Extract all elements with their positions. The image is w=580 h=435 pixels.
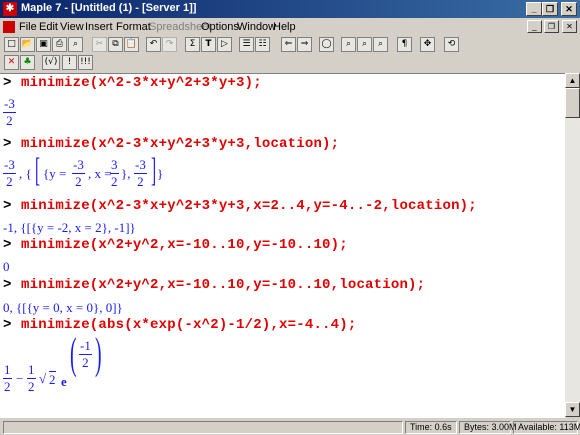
prompt: > (3, 277, 12, 293)
restart-icon[interactable]: ⟲ (444, 37, 459, 52)
mdi-close-button[interactable]: ✕ (562, 20, 577, 33)
restore-window-button[interactable]: ❐ (542, 2, 558, 16)
expression-icon[interactable]: ✥ (420, 37, 435, 52)
menu-bar: File Edit View Insert Format Spreadsheet… (0, 18, 580, 36)
paste-icon[interactable]: 📋 (124, 37, 139, 52)
menu-file[interactable]: File (19, 21, 37, 33)
stop-icon[interactable]: ◯ (319, 37, 334, 52)
execute-button[interactable]: ! (62, 55, 77, 70)
window-title: Maple 7 - [Untitled (1) - [Server 1]] (21, 2, 197, 14)
status-available: Available: 113M (513, 421, 580, 434)
close-context-icon[interactable]: ✕ (4, 55, 19, 70)
save-icon[interactable]: ▣ (36, 37, 51, 52)
output-4: 0 (3, 259, 10, 274)
expand-section-icon[interactable]: ☷ (255, 37, 270, 52)
print-icon[interactable]: ⎙ (52, 37, 67, 52)
undo-icon[interactable]: ↶ (146, 37, 161, 52)
status-time: Time: 0.6s (405, 421, 457, 434)
prompt: > (3, 136, 12, 152)
command-input[interactable]: minimize(x^2+y^2,x=-10..10,y=-10..10,loc… (21, 277, 425, 293)
command-input[interactable]: minimize(x^2-3*x+y^2+3*y+3); (21, 75, 262, 91)
maple-input-icon[interactable]: ♣ (20, 55, 35, 70)
prompt-icon[interactable]: ▷ (217, 37, 232, 52)
mdi-minimize-button[interactable]: _ (527, 20, 542, 33)
main-toolbar: □ 📂 ▣ ⎙ ⌕ ✂ ⧉ 📋 ↶ ↷ Σ T ▷ ☰ ☷ ⇐ ⇒ ◯ ⌕ ⌕ … (0, 36, 580, 54)
status-bar: Time: 0.6s Bytes: 3.00M Available: 113M (0, 419, 580, 435)
zoom-150-icon[interactable]: ⌕ (357, 37, 372, 52)
new-icon[interactable]: □ (4, 37, 19, 52)
vertical-scrollbar[interactable]: ▲ ▼ (565, 73, 580, 417)
document-icon[interactable] (3, 21, 15, 33)
status-bytes: Bytes: 3.00M (459, 421, 517, 434)
cut-icon[interactable]: ✂ (92, 37, 107, 52)
scroll-up-icon[interactable]: ▲ (565, 73, 580, 88)
back-icon[interactable]: ⇐ (281, 37, 296, 52)
math-mode-button[interactable]: (√) (42, 55, 60, 70)
close-window-button[interactable]: ✕ (561, 2, 577, 16)
text-T-icon[interactable]: T (201, 37, 216, 52)
command-input[interactable]: minimize(x^2+y^2,x=-10..10,y=-10..10); (21, 237, 348, 253)
menu-window[interactable]: Window (237, 21, 276, 33)
open-icon[interactable]: 📂 (20, 37, 35, 52)
sigma-icon[interactable]: Σ (185, 37, 200, 52)
maple-leaf-icon[interactable]: ✱ (3, 2, 17, 16)
status-message (3, 421, 403, 434)
menu-edit[interactable]: Edit (39, 21, 58, 33)
prompt: > (3, 198, 12, 214)
scroll-down-icon[interactable]: ▼ (565, 402, 580, 417)
output-3: -1, {[{y = -2, x = 2}, -1]} (3, 220, 136, 235)
command-input[interactable]: minimize(x^2-3*x+y^2+3*y+3,x=2..4,y=-4..… (21, 198, 477, 214)
forward-icon[interactable]: ⇒ (297, 37, 312, 52)
command-input[interactable]: minimize(x^2-3*x+y^2+3*y+3,location); (21, 136, 339, 152)
copy-icon[interactable]: ⧉ (108, 37, 123, 52)
output-5: 0, {[{y = 0, x = 0}, 0]} (3, 300, 123, 315)
output-fraction: -3 2 (3, 96, 16, 128)
context-toolbar: ✕ ♣ (√) ! !!! (0, 54, 580, 72)
prompt: > (3, 317, 12, 333)
menu-format[interactable]: Format (116, 21, 151, 33)
title-bar: ✱ Maple 7 - [Untitled (1) - [Server 1]] … (0, 0, 580, 18)
menu-help[interactable]: Help (273, 21, 296, 33)
execute-all-button[interactable]: !!! (78, 55, 93, 70)
prompt: > (3, 75, 12, 91)
minimize-window-button[interactable]: _ (526, 2, 542, 16)
zoom-200-icon[interactable]: ⌕ (373, 37, 388, 52)
menu-view[interactable]: View (60, 21, 84, 33)
redo-icon[interactable]: ↷ (162, 37, 177, 52)
paragraph-icon[interactable]: ¶ (397, 37, 412, 52)
worksheet[interactable]: > minimize(x^2-3*x+y^2+3*y+3); -3 2 > min… (0, 73, 565, 418)
menu-insert[interactable]: Insert (85, 21, 113, 33)
zoom-100-icon[interactable]: ⌕ (341, 37, 356, 52)
collapse-section-icon[interactable]: ☰ (239, 37, 254, 52)
mdi-restore-button[interactable]: ❐ (544, 20, 559, 33)
prompt: > (3, 237, 12, 253)
scroll-thumb[interactable] (565, 88, 580, 118)
menu-options[interactable]: Options (201, 21, 239, 33)
print-preview-icon[interactable]: ⌕ (68, 37, 83, 52)
